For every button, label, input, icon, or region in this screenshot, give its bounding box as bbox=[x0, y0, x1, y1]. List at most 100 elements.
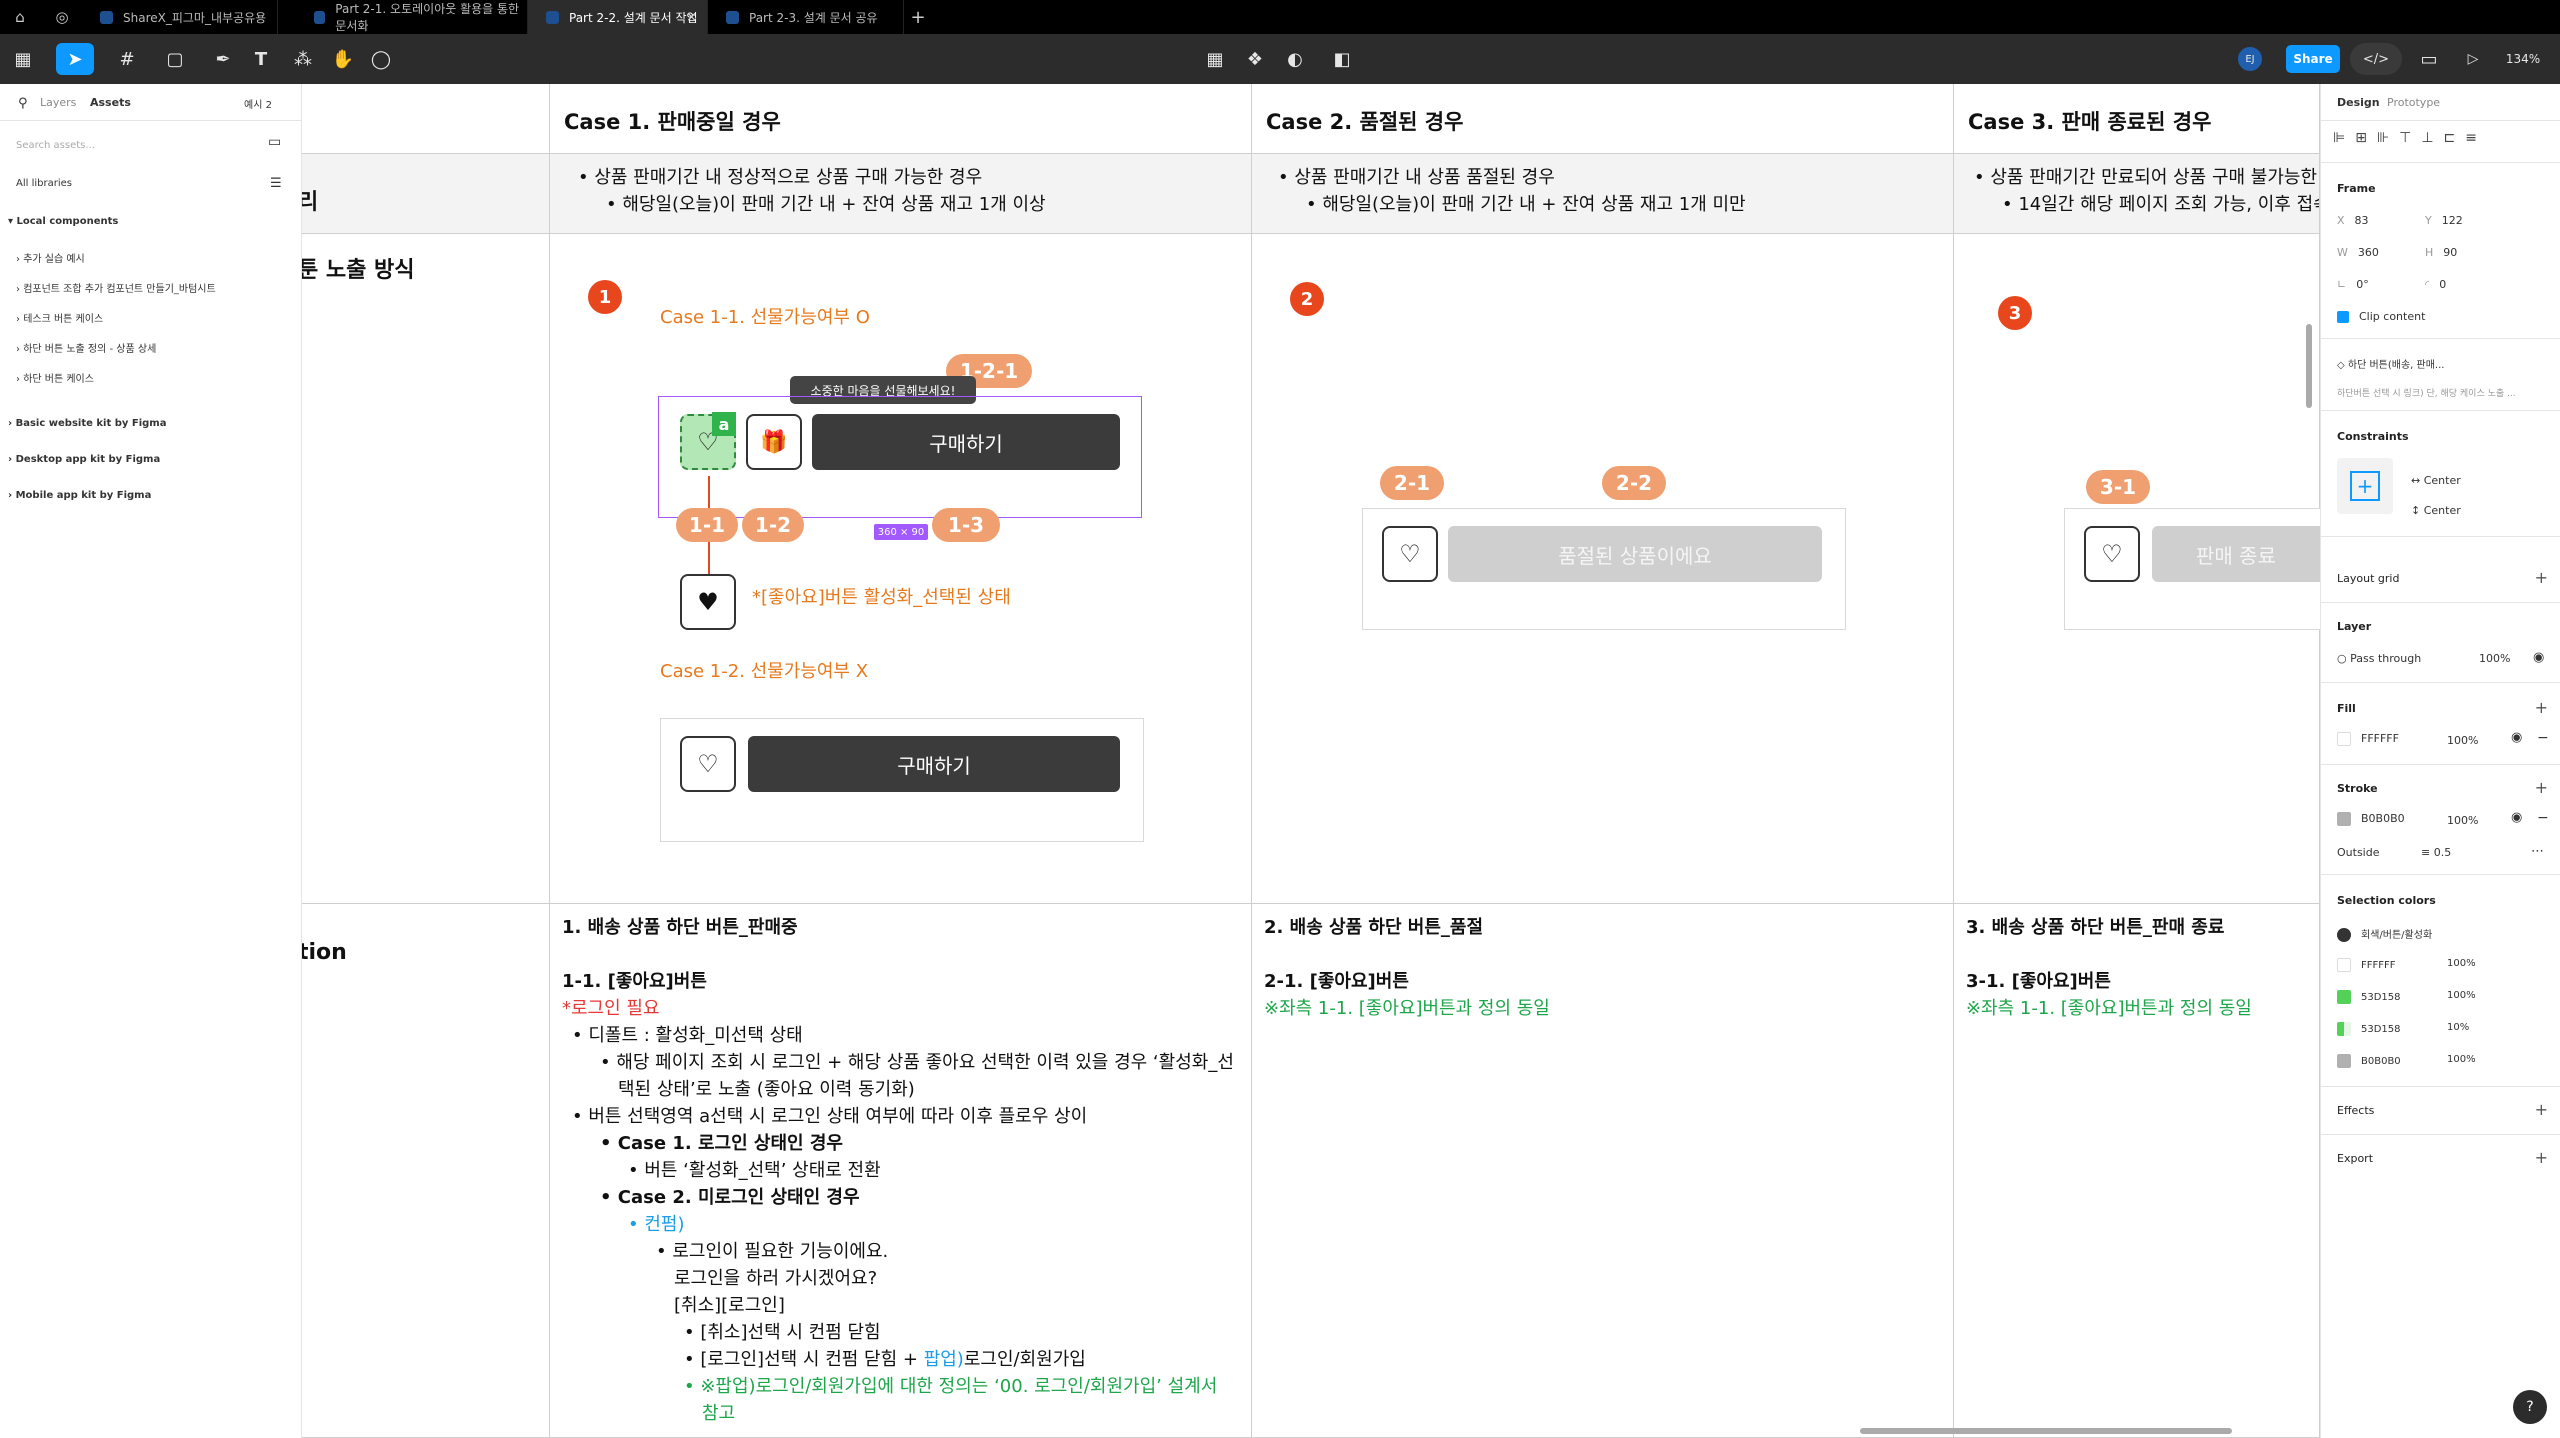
tab-part-2-3[interactable]: Part 2-3. 설계 문서 공유 bbox=[708, 0, 904, 34]
boolean-icon[interactable]: ◧ bbox=[1322, 43, 1362, 75]
text-tool-icon[interactable]: T bbox=[246, 43, 276, 75]
align-toolbar[interactable]: ⊫⊞⊪⊤⊥⊏≡ bbox=[2333, 130, 2487, 146]
like-button[interactable]: ♡ bbox=[2084, 526, 2140, 582]
help-icon[interactable]: ? bbox=[2513, 1390, 2547, 1424]
eye-icon[interactable]: ◉ bbox=[2511, 810, 2522, 825]
buy-button[interactable]: 구매하기 bbox=[748, 736, 1120, 792]
component-instance[interactable]: ◇ 하단 버튼(배송, 판매... bbox=[2337, 356, 2444, 371]
blend-mode-select[interactable]: ○ Pass through bbox=[2337, 652, 2421, 665]
tab-assets[interactable]: Assets bbox=[90, 96, 131, 109]
library-kit-item[interactable]: › Desktop app kit by Figma bbox=[8, 454, 160, 465]
rotation-field[interactable]: ∟ 0° bbox=[2337, 278, 2369, 291]
x-field[interactable]: X 83 bbox=[2337, 214, 2369, 227]
radius-field[interactable]: ◜ 0 bbox=[2425, 278, 2446, 291]
soldout-button[interactable]: 품절된 상품이에요 bbox=[1448, 526, 1822, 582]
main-menu-icon[interactable]: ▦ bbox=[8, 43, 38, 75]
pen-tool-icon[interactable]: ✒ bbox=[204, 43, 242, 75]
all-libraries-select[interactable]: All libraries bbox=[16, 178, 72, 189]
frame-section-title[interactable]: Frame bbox=[2337, 182, 2376, 195]
vertical-scrollbar[interactable] bbox=[2306, 324, 2312, 408]
component-item[interactable]: › 하단 버튼 노출 정의 - 상품 상세 bbox=[16, 340, 156, 355]
selection-color-row[interactable]: 53D158 10% bbox=[2337, 1022, 2469, 1036]
more-options-icon[interactable]: ⋯ bbox=[2531, 844, 2544, 859]
tab-prototype[interactable]: Prototype bbox=[2387, 96, 2440, 109]
share-button[interactable]: Share bbox=[2286, 45, 2340, 73]
selection-color-row[interactable]: B0B0B0 100% bbox=[2337, 1054, 2476, 1068]
y-field[interactable]: Y 122 bbox=[2425, 214, 2463, 227]
eye-icon[interactable]: ◉ bbox=[2511, 730, 2522, 745]
component-item[interactable]: › 컴포넌트 조합 추가 컴포넌트 만들기_바텀시트 bbox=[16, 280, 216, 295]
tab-part-2-2[interactable]: Part 2-2. 설계 문서 작업 × bbox=[528, 0, 708, 34]
ended-button[interactable]: 판매 종료 bbox=[2152, 526, 2320, 582]
local-components-section[interactable]: ▾ Local components bbox=[8, 216, 118, 227]
tab-part-2-1[interactable]: Part 2-1. 오토레이아웃 활용을 통한 문서화 bbox=[296, 0, 528, 34]
horizontal-scrollbar[interactable] bbox=[1860, 1428, 2232, 1434]
constraints-widget[interactable]: + bbox=[2337, 458, 2393, 514]
selection-color-row[interactable]: 53D158 100% bbox=[2337, 990, 2476, 1004]
hand-tool-icon[interactable]: ✋ bbox=[328, 43, 358, 75]
resources-icon[interactable]: ⁂ bbox=[288, 43, 318, 75]
contrast-icon[interactable]: ◐ bbox=[1280, 43, 1310, 75]
clip-content-checkbox[interactable]: Clip content bbox=[2337, 310, 2425, 323]
stroke-weight[interactable]: ≡ 0.5 bbox=[2421, 846, 2451, 859]
buy-button[interactable]: 구매하기 bbox=[812, 414, 1120, 470]
remove-fill-icon[interactable]: − bbox=[2537, 730, 2549, 746]
stroke-opacity[interactable]: 100% bbox=[2447, 814, 2478, 827]
gift-button[interactable]: 🎁 bbox=[746, 414, 802, 470]
component-item[interactable]: › 추가 실습 예시 bbox=[16, 250, 85, 265]
dev-mode-toggle[interactable]: </> bbox=[2350, 43, 2402, 75]
component-item[interactable]: › 테스크 버튼 케이스 bbox=[16, 310, 103, 325]
stroke-row[interactable]: B0B0B0 bbox=[2337, 812, 2405, 826]
avatar[interactable]: EJ bbox=[2230, 43, 2270, 75]
search-input[interactable]: Search assets... bbox=[16, 140, 95, 151]
remove-stroke-icon[interactable]: − bbox=[2537, 810, 2549, 826]
tab-layers[interactable]: Layers bbox=[40, 96, 76, 109]
w-value: 360 bbox=[2357, 246, 2379, 259]
zoom-level[interactable]: 134% bbox=[2498, 43, 2548, 75]
library-kit-item[interactable]: › Mobile app kit by Figma bbox=[8, 490, 151, 501]
add-stroke-icon[interactable]: + bbox=[2535, 778, 2548, 797]
h-field[interactable]: H 90 bbox=[2425, 246, 2457, 259]
eye-icon[interactable]: ◉ bbox=[2533, 650, 2544, 665]
tab-sharex[interactable]: ShareX_피그마_내부공유용 bbox=[82, 0, 278, 34]
component-item[interactable]: › 하단 버튼 케이스 bbox=[16, 370, 94, 385]
like-button[interactable]: ♡ bbox=[1382, 526, 1438, 582]
constraint-horizontal-select[interactable]: ↔ Center bbox=[2411, 474, 2461, 487]
new-tab-icon[interactable]: + bbox=[900, 0, 936, 34]
left-panel: ⚲ Layers Assets 예시 2 Search assets... ▭ … bbox=[0, 84, 302, 1438]
comment-tool-icon[interactable]: ◯ bbox=[366, 43, 396, 75]
component-icon[interactable]: ❖ bbox=[1240, 43, 1270, 75]
search-icon[interactable]: ⚲ bbox=[18, 96, 28, 111]
library-icon[interactable]: ▭ bbox=[2414, 43, 2444, 75]
fill-opacity[interactable]: 100% bbox=[2447, 734, 2478, 747]
list-view-icon[interactable]: ☰ bbox=[270, 176, 282, 191]
add-fill-icon[interactable]: + bbox=[2535, 698, 2548, 717]
library-kit-item[interactable]: › Basic website kit by Figma bbox=[8, 418, 166, 429]
like-button[interactable]: ♡ bbox=[680, 736, 736, 792]
tab-design[interactable]: Design bbox=[2337, 96, 2380, 109]
layer-opacity[interactable]: 100% bbox=[2479, 652, 2510, 665]
add-export-icon[interactable]: + bbox=[2535, 1148, 2548, 1167]
grid-icon[interactable]: ▦ bbox=[1200, 43, 1230, 75]
add-effect-icon[interactable]: + bbox=[2535, 1100, 2548, 1119]
design-canvas[interactable]: 리 툰 노출 방식 tion Case 1. 판매중일 경우 • 상품 판매기간… bbox=[302, 84, 2320, 1438]
fill-row[interactable]: FFFFFF bbox=[2337, 732, 2399, 746]
present-icon[interactable]: ▷ bbox=[2456, 43, 2490, 75]
stroke-position-select[interactable]: Outside bbox=[2337, 846, 2379, 859]
library-book-icon[interactable]: ▭ bbox=[268, 134, 281, 150]
w-field[interactable]: W 360 bbox=[2337, 246, 2379, 259]
selection-color-row[interactable]: 회색/버튼/활성화 bbox=[2337, 926, 2432, 942]
constraint-vertical-select[interactable]: ↕ Center bbox=[2411, 504, 2461, 517]
rectangle-tool-icon[interactable]: ▢ bbox=[156, 43, 194, 75]
add-layout-grid-icon[interactable]: + bbox=[2535, 568, 2548, 587]
selection-color-row[interactable]: FFFFFF 100% bbox=[2337, 958, 2476, 972]
move-tool-icon[interactable]: ➤ bbox=[56, 43, 94, 75]
home-icon[interactable]: ⌂ bbox=[2, 0, 38, 34]
page-select[interactable]: 예시 2 bbox=[244, 96, 272, 111]
like-button-active[interactable]: ♥ bbox=[680, 574, 736, 630]
globe-icon[interactable]: ◎ bbox=[44, 0, 80, 34]
frame-tool-icon[interactable]: # bbox=[108, 43, 146, 75]
close-tab-icon[interactable]: × bbox=[686, 10, 697, 25]
desc-text: Case 1. 로그인 상태인 경우 bbox=[617, 1133, 843, 1154]
row-header-cell bbox=[302, 84, 550, 154]
